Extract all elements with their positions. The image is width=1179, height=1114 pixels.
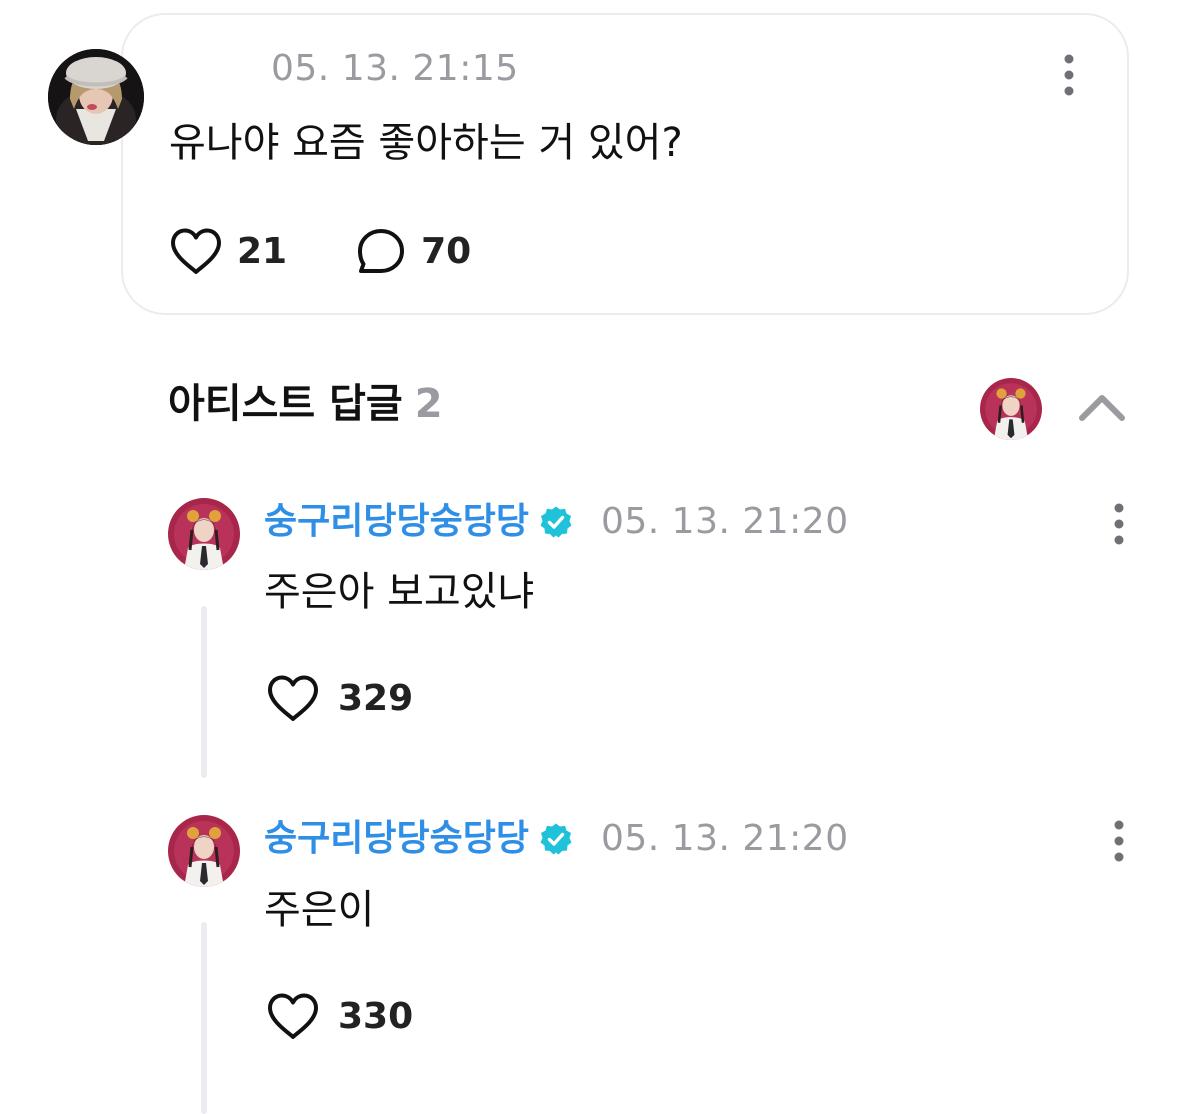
heart-icon <box>268 675 318 721</box>
more-vertical-icon[interactable] <box>1107 819 1131 863</box>
post-comment-count: 70 <box>421 231 472 272</box>
artist-replies-count: 2 <box>414 381 443 427</box>
reply-like-button[interactable]: 330 <box>266 992 413 1042</box>
reply-text: 주은아 보고있냐 <box>264 569 535 615</box>
heart-icon <box>268 993 318 1039</box>
speech-bubble-icon <box>358 229 405 273</box>
reply-avatar[interactable] <box>168 498 240 570</box>
reply-text: 주은이 <box>264 887 375 933</box>
thread-line <box>201 606 207 778</box>
more-vertical-icon[interactable] <box>1057 53 1081 97</box>
post-like-button[interactable]: 21 <box>169 227 287 277</box>
artist-avatar[interactable] <box>980 378 1042 440</box>
reply-like-button[interactable]: 329 <box>266 674 413 724</box>
verified-badge-icon <box>540 506 572 538</box>
avatar[interactable] <box>48 49 144 145</box>
post-actions: 21 70 <box>169 225 471 279</box>
post-timestamp: 05. 13. 21:15 <box>271 48 519 89</box>
chevron-up-icon <box>1079 395 1125 421</box>
post-comment-button[interactable]: 70 <box>355 227 471 277</box>
reply-header: 숭구리당당숭당당 05. 13. 21:20 <box>264 817 849 861</box>
reply-timestamp: 05. 13. 21:20 <box>600 501 849 542</box>
post-like-count: 21 <box>237 231 288 272</box>
post-text: 유나야 요즘 좋아하는 거 있어? <box>169 120 683 166</box>
artist-replies-title: 아티스트 답글 <box>168 381 403 427</box>
reply-header: 숭구리당당숭당당 05. 13. 21:20 <box>264 500 849 544</box>
artist-replies-header: 아티스트 답글 2 <box>168 384 443 424</box>
reply-like-count: 329 <box>338 678 414 719</box>
fan-post-thread: 05. 13. 21:15 유나야 요즘 좋아하는 거 있어? 21 70 아티… <box>0 0 1179 1114</box>
collapse-replies-button[interactable] <box>1076 386 1128 426</box>
reply-like-count: 330 <box>338 996 414 1037</box>
more-vertical-icon[interactable] <box>1107 502 1131 546</box>
post-card: 05. 13. 21:15 유나야 요즘 좋아하는 거 있어? 21 70 <box>121 13 1129 315</box>
reply-avatar[interactable] <box>168 815 240 887</box>
reply-timestamp: 05. 13. 21:20 <box>600 818 849 859</box>
reply-author-name[interactable]: 숭구리당당숭당당 <box>264 504 529 540</box>
verified-badge-icon <box>540 823 572 855</box>
thread-line <box>201 922 207 1114</box>
reply-author-name[interactable]: 숭구리당당숭당당 <box>264 821 529 857</box>
heart-icon <box>171 228 221 274</box>
